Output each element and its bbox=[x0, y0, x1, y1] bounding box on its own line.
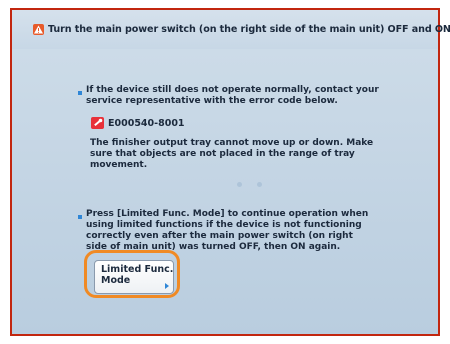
contact-instructions: If the device still does not operate nor… bbox=[86, 85, 379, 106]
error-description: The finisher output tray cannot move up … bbox=[90, 138, 374, 170]
error-screen: Turn the main power switch (on the right… bbox=[0, 0, 450, 344]
page-dot bbox=[237, 182, 242, 187]
limited-func-mode-label: Limited Func. Mode bbox=[101, 264, 174, 286]
warning-icon bbox=[33, 24, 44, 35]
error-header: Turn the main power switch (on the right… bbox=[12, 10, 450, 49]
limited-func-mode-button[interactable]: Limited Func. Mode bbox=[94, 260, 174, 294]
bullet-marker bbox=[78, 215, 82, 219]
page-dot bbox=[257, 182, 262, 187]
wrench-icon bbox=[91, 117, 104, 129]
limited-mode-instructions: Press [Limited Func. Mode] to continue o… bbox=[86, 209, 369, 252]
chevron-right-icon bbox=[165, 283, 169, 289]
error-panel: Turn the main power switch (on the right… bbox=[10, 8, 450, 336]
header-message: Turn the main power switch (on the right… bbox=[48, 24, 450, 35]
bullet-marker bbox=[78, 91, 82, 95]
error-code: E000540-8001 bbox=[108, 118, 185, 129]
